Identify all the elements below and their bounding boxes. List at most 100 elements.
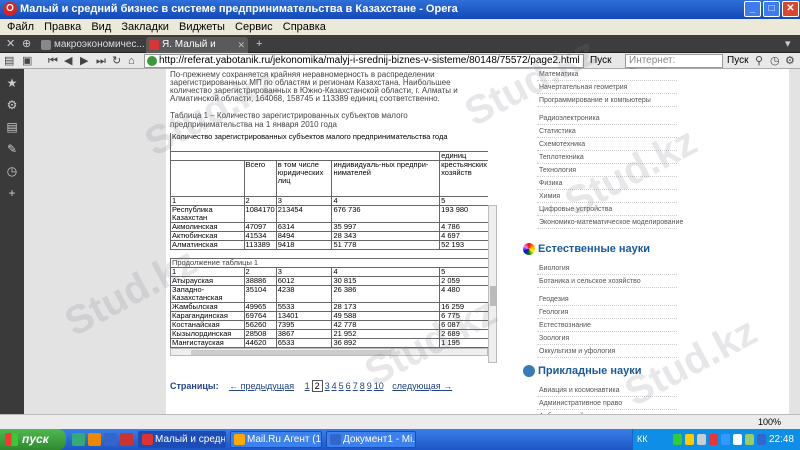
quicklaunch-icon[interactable] bbox=[104, 433, 117, 446]
page-link-6[interactable]: 6 bbox=[346, 381, 351, 391]
category-link[interactable]: Начертательная геометрия bbox=[539, 84, 627, 92]
prev-page-link[interactable]: ← предыдущая bbox=[229, 381, 294, 391]
scroll-thumb[interactable] bbox=[191, 350, 391, 355]
settings-icon[interactable]: ⚙ bbox=[785, 54, 795, 68]
fast-forward-icon[interactable]: ⏭ bbox=[96, 54, 106, 68]
language-indicator[interactable]: КК bbox=[637, 429, 648, 450]
category-link[interactable]: Цифровые устройства bbox=[539, 206, 612, 214]
tray-icon[interactable] bbox=[697, 434, 706, 445]
widgets-icon[interactable]: ⚙ bbox=[6, 99, 18, 111]
add-panel-icon[interactable]: + bbox=[6, 187, 18, 199]
section-heading[interactable]: Естественные науки bbox=[523, 243, 650, 256]
category-link[interactable]: Радиоэлектроника bbox=[539, 115, 600, 123]
quicklaunch-icon[interactable] bbox=[72, 433, 85, 446]
history-panel-icon[interactable]: ◷ bbox=[6, 165, 18, 177]
menu-tools[interactable]: Сервис bbox=[235, 21, 273, 33]
category-link[interactable]: Оккультизм и уфология bbox=[539, 348, 615, 356]
close-tab-icon[interactable]: ✕ bbox=[237, 37, 245, 53]
menu-view[interactable]: Вид bbox=[91, 21, 111, 33]
menu-bookmarks[interactable]: Закладки bbox=[121, 21, 169, 33]
tray-icon[interactable] bbox=[685, 434, 694, 445]
tab-2[interactable]: Я. Малый и средний ... ✕ bbox=[146, 37, 248, 66]
title-bar: O Малый и средний бизнес в системе предп… bbox=[0, 0, 800, 19]
network-icon[interactable] bbox=[757, 434, 766, 445]
table-row: Жамбылская 49965 5533 28 173 16 259 bbox=[170, 302, 488, 312]
category-link[interactable]: Математика bbox=[539, 71, 578, 79]
category-link[interactable]: Административное право bbox=[539, 400, 622, 408]
search-input[interactable]: Интернет: Поиск@m bbox=[625, 54, 723, 78]
category-link[interactable]: Биология bbox=[539, 265, 570, 273]
back-icon[interactable]: ◀ bbox=[64, 54, 72, 68]
category-link[interactable]: Физика bbox=[539, 180, 562, 188]
category-link[interactable]: Схемотехника bbox=[539, 141, 585, 149]
minimize-button[interactable]: _ bbox=[744, 1, 761, 17]
tab-menu-icon[interactable]: ✕ bbox=[6, 37, 15, 51]
page-link-10[interactable]: 10 bbox=[374, 381, 384, 391]
new-tab-icon[interactable]: + bbox=[256, 37, 262, 51]
page-link-3[interactable]: 3 bbox=[325, 381, 330, 391]
category-link[interactable]: Теплотехника bbox=[539, 154, 584, 162]
taskbar-item-mailagent[interactable]: Mail.Ru Агент (1... bbox=[230, 431, 322, 448]
page-link-1[interactable]: 1 bbox=[305, 381, 310, 391]
category-link[interactable]: Геодезия bbox=[539, 296, 569, 304]
page-link-4[interactable]: 4 bbox=[332, 381, 337, 391]
article-paragraph: По-прежнему сохраняется крайняя неравном… bbox=[170, 70, 458, 103]
tray-icon[interactable] bbox=[673, 434, 682, 445]
menu-file[interactable]: Файл bbox=[7, 21, 34, 33]
category-link[interactable]: Естествознание bbox=[539, 322, 591, 330]
start-button[interactable]: пуск bbox=[0, 429, 66, 450]
category-link[interactable]: Химия bbox=[539, 193, 560, 201]
search-icon[interactable]: ⚲ bbox=[755, 54, 763, 68]
save-icon[interactable]: ▤ bbox=[4, 54, 14, 68]
tray-icon[interactable] bbox=[709, 434, 718, 445]
close-button[interactable]: ✕ bbox=[782, 1, 799, 17]
category-link[interactable]: Статистика bbox=[539, 128, 576, 136]
page-link-5[interactable]: 5 bbox=[339, 381, 344, 391]
value-cell: 7395 bbox=[275, 320, 332, 330]
quicklaunch-icon[interactable] bbox=[120, 433, 133, 446]
taskbar-item-word[interactable]: Документ1 - Mi... bbox=[326, 431, 416, 448]
category-link[interactable]: Программирование и компьютеры bbox=[539, 97, 651, 105]
section-heading[interactable]: Прикладные науки bbox=[523, 365, 641, 378]
transfers-icon[interactable]: ✎ bbox=[6, 143, 18, 155]
volume-icon[interactable] bbox=[733, 434, 742, 445]
tray-icon[interactable] bbox=[745, 434, 754, 445]
category-link[interactable]: Авиация и космонавтика bbox=[539, 387, 620, 395]
tab-list-icon[interactable]: ▾ bbox=[785, 37, 791, 51]
menu-edit[interactable]: Правка bbox=[44, 21, 81, 33]
page-link-9[interactable]: 9 bbox=[367, 381, 372, 391]
search-button[interactable]: Пуск bbox=[727, 54, 748, 68]
go-button[interactable]: Пуск bbox=[590, 54, 611, 68]
page-link-2[interactable]: 2 bbox=[311, 380, 323, 392]
taskbar-item-opera[interactable]: Малый и средн... bbox=[138, 431, 226, 448]
zoom-level[interactable]: 100% bbox=[758, 416, 781, 428]
menu-widgets[interactable]: Виджеты bbox=[179, 21, 225, 33]
url-field[interactable]: http://referat.yabotanik.ru/jekonomika/m… bbox=[144, 54, 584, 68]
print-icon[interactable]: ▣ bbox=[22, 54, 32, 68]
category-link[interactable]: Технология bbox=[539, 167, 576, 175]
menu-help[interactable]: Справка bbox=[283, 21, 326, 33]
speed-dial-icon[interactable]: ⊕ bbox=[22, 37, 31, 51]
category-link[interactable]: Геология bbox=[539, 309, 568, 317]
bookmarks-icon[interactable]: ★ bbox=[6, 77, 18, 89]
tab-1[interactable]: макроэкономичес... bbox=[38, 37, 145, 53]
rewind-icon[interactable]: ⏮ bbox=[48, 54, 58, 68]
table-vertical-scrollbar[interactable] bbox=[488, 205, 497, 363]
home-icon[interactable]: ⌂ bbox=[128, 54, 135, 68]
site-icon bbox=[147, 56, 157, 66]
maximize-button[interactable]: □ bbox=[763, 1, 780, 17]
page-link-8[interactable]: 8 bbox=[360, 381, 365, 391]
next-page-link[interactable]: следующая → bbox=[392, 381, 452, 391]
notes-icon[interactable]: ▤ bbox=[6, 121, 18, 133]
category-link[interactable]: Ботаника и сельское хозяйство bbox=[539, 278, 641, 286]
category-link[interactable]: Зоология bbox=[539, 335, 569, 343]
tray-icon[interactable] bbox=[721, 434, 730, 445]
quicklaunch-icon[interactable] bbox=[88, 433, 101, 446]
history-icon[interactable]: ◷ bbox=[770, 54, 780, 68]
scroll-thumb[interactable] bbox=[490, 286, 496, 306]
forward-icon[interactable]: ▶ bbox=[80, 54, 88, 68]
category-link[interactable]: Экономико-математическое моделирование bbox=[539, 219, 683, 227]
table-horizontal-scrollbar[interactable] bbox=[170, 348, 488, 356]
page-link-7[interactable]: 7 bbox=[353, 381, 358, 391]
reload-icon[interactable]: ↻ bbox=[112, 54, 121, 68]
